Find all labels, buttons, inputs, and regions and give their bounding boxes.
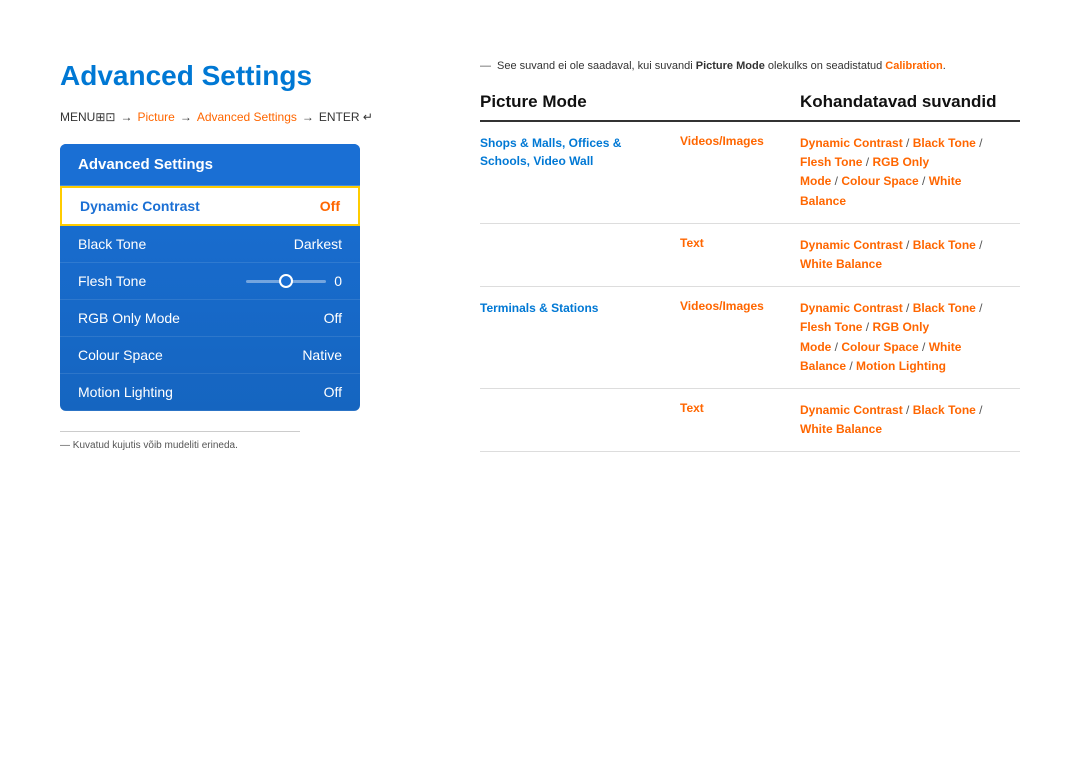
table-cell-options-1b: Dynamic Contrast / Black Tone / White Ba… xyxy=(800,236,1020,274)
table-cell-mode-1: Videos/Images xyxy=(680,134,800,148)
settings-panel-header: Advanced Settings xyxy=(60,144,360,186)
table-row-1b: Text Dynamic Contrast / Black Tone / Whi… xyxy=(480,224,1020,287)
page-title: Advanced Settings xyxy=(60,60,420,92)
table-header-col2 xyxy=(680,92,800,112)
settings-value-rgb-only-mode: Off xyxy=(324,310,342,326)
info-note-text: See suvand ei ole saadaval, kui suvandi … xyxy=(497,60,946,72)
settings-label-flesh-tone: Flesh Tone xyxy=(78,273,146,289)
table-cell-options-2: Dynamic Contrast / Black Tone / Flesh To… xyxy=(800,299,1020,376)
table-header-col3: Kohandatavad suvandid xyxy=(800,92,1020,112)
right-panel: ― See suvand ei ole saadaval, kui suvand… xyxy=(480,60,1020,452)
info-note: ― See suvand ei ole saadaval, kui suvand… xyxy=(480,60,1020,72)
settings-panel: Advanced Settings Dynamic Contrast Off B… xyxy=(60,144,360,411)
settings-value-colour-space: Native xyxy=(302,347,342,363)
breadcrumb-arrow-2: → xyxy=(180,110,192,124)
table-cell-mode-2b: Text xyxy=(680,401,800,415)
table-row-1: Shops & Malls, Offices &Schools, Video W… xyxy=(480,122,1020,224)
settings-item-black-tone[interactable]: Black Tone Darkest xyxy=(60,226,360,263)
settings-value-flesh-tone: 0 xyxy=(334,273,342,289)
settings-item-flesh-tone[interactable]: Flesh Tone 0 xyxy=(60,263,360,300)
table-header-col1: Picture Mode xyxy=(480,92,680,112)
breadcrumb-arrow-1: → xyxy=(120,110,132,124)
settings-item-colour-space[interactable]: Colour Space Native xyxy=(60,337,360,374)
settings-label-colour-space: Colour Space xyxy=(78,347,163,363)
footnote: Kuvatud kujutis võib mudeliti erineda. xyxy=(60,431,300,451)
settings-label-rgb-only-mode: RGB Only Mode xyxy=(78,310,180,326)
settings-label-dynamic-contrast: Dynamic Contrast xyxy=(80,198,200,214)
settings-label-black-tone: Black Tone xyxy=(78,236,146,252)
settings-item-rgb-only-mode[interactable]: RGB Only Mode Off xyxy=(60,300,360,337)
info-dash: ― xyxy=(480,60,491,72)
settings-label-motion-lighting: Motion Lighting xyxy=(78,384,173,400)
table-row-2: Terminals & Stations Videos/Images Dynam… xyxy=(480,287,1020,389)
breadcrumb-link-picture[interactable]: Picture xyxy=(137,110,174,124)
flesh-tone-slider[interactable] xyxy=(246,280,326,283)
settings-item-motion-lighting[interactable]: Motion Lighting Off xyxy=(60,374,360,411)
breadcrumb-enter: ENTER ↵ xyxy=(319,110,373,124)
breadcrumb-arrow-3: → xyxy=(302,110,314,124)
breadcrumb-link-advanced[interactable]: Advanced Settings xyxy=(197,110,297,124)
settings-value-dynamic-contrast: Off xyxy=(320,198,340,214)
comparison-table: Picture Mode Kohandatavad suvandid Shops… xyxy=(480,92,1020,452)
flesh-tone-control: 0 xyxy=(246,273,342,289)
table-cell-label-2: Terminals & Stations xyxy=(480,299,680,317)
info-bold-1: Picture Mode xyxy=(696,60,765,72)
table-header: Picture Mode Kohandatavad suvandid xyxy=(480,92,1020,122)
table-row-2b: Text Dynamic Contrast / Black Tone / Whi… xyxy=(480,389,1020,452)
table-cell-label-1: Shops & Malls, Offices &Schools, Video W… xyxy=(480,134,680,170)
settings-item-dynamic-contrast[interactable]: Dynamic Contrast Off xyxy=(60,186,360,226)
table-cell-options-1: Dynamic Contrast / Black Tone / Flesh To… xyxy=(800,134,1020,211)
info-orange-1: Calibration xyxy=(885,60,942,72)
settings-value-black-tone: Darkest xyxy=(294,236,342,252)
table-cell-mode-2: Videos/Images xyxy=(680,299,800,313)
table-cell-options-2b: Dynamic Contrast / Black Tone / White Ba… xyxy=(800,401,1020,439)
table-cell-mode-1b: Text xyxy=(680,236,800,250)
breadcrumb-menu: MENU⊞⊡ xyxy=(60,110,115,124)
breadcrumb: MENU⊞⊡ → Picture → Advanced Settings → E… xyxy=(60,110,420,124)
settings-value-motion-lighting: Off xyxy=(324,384,342,400)
